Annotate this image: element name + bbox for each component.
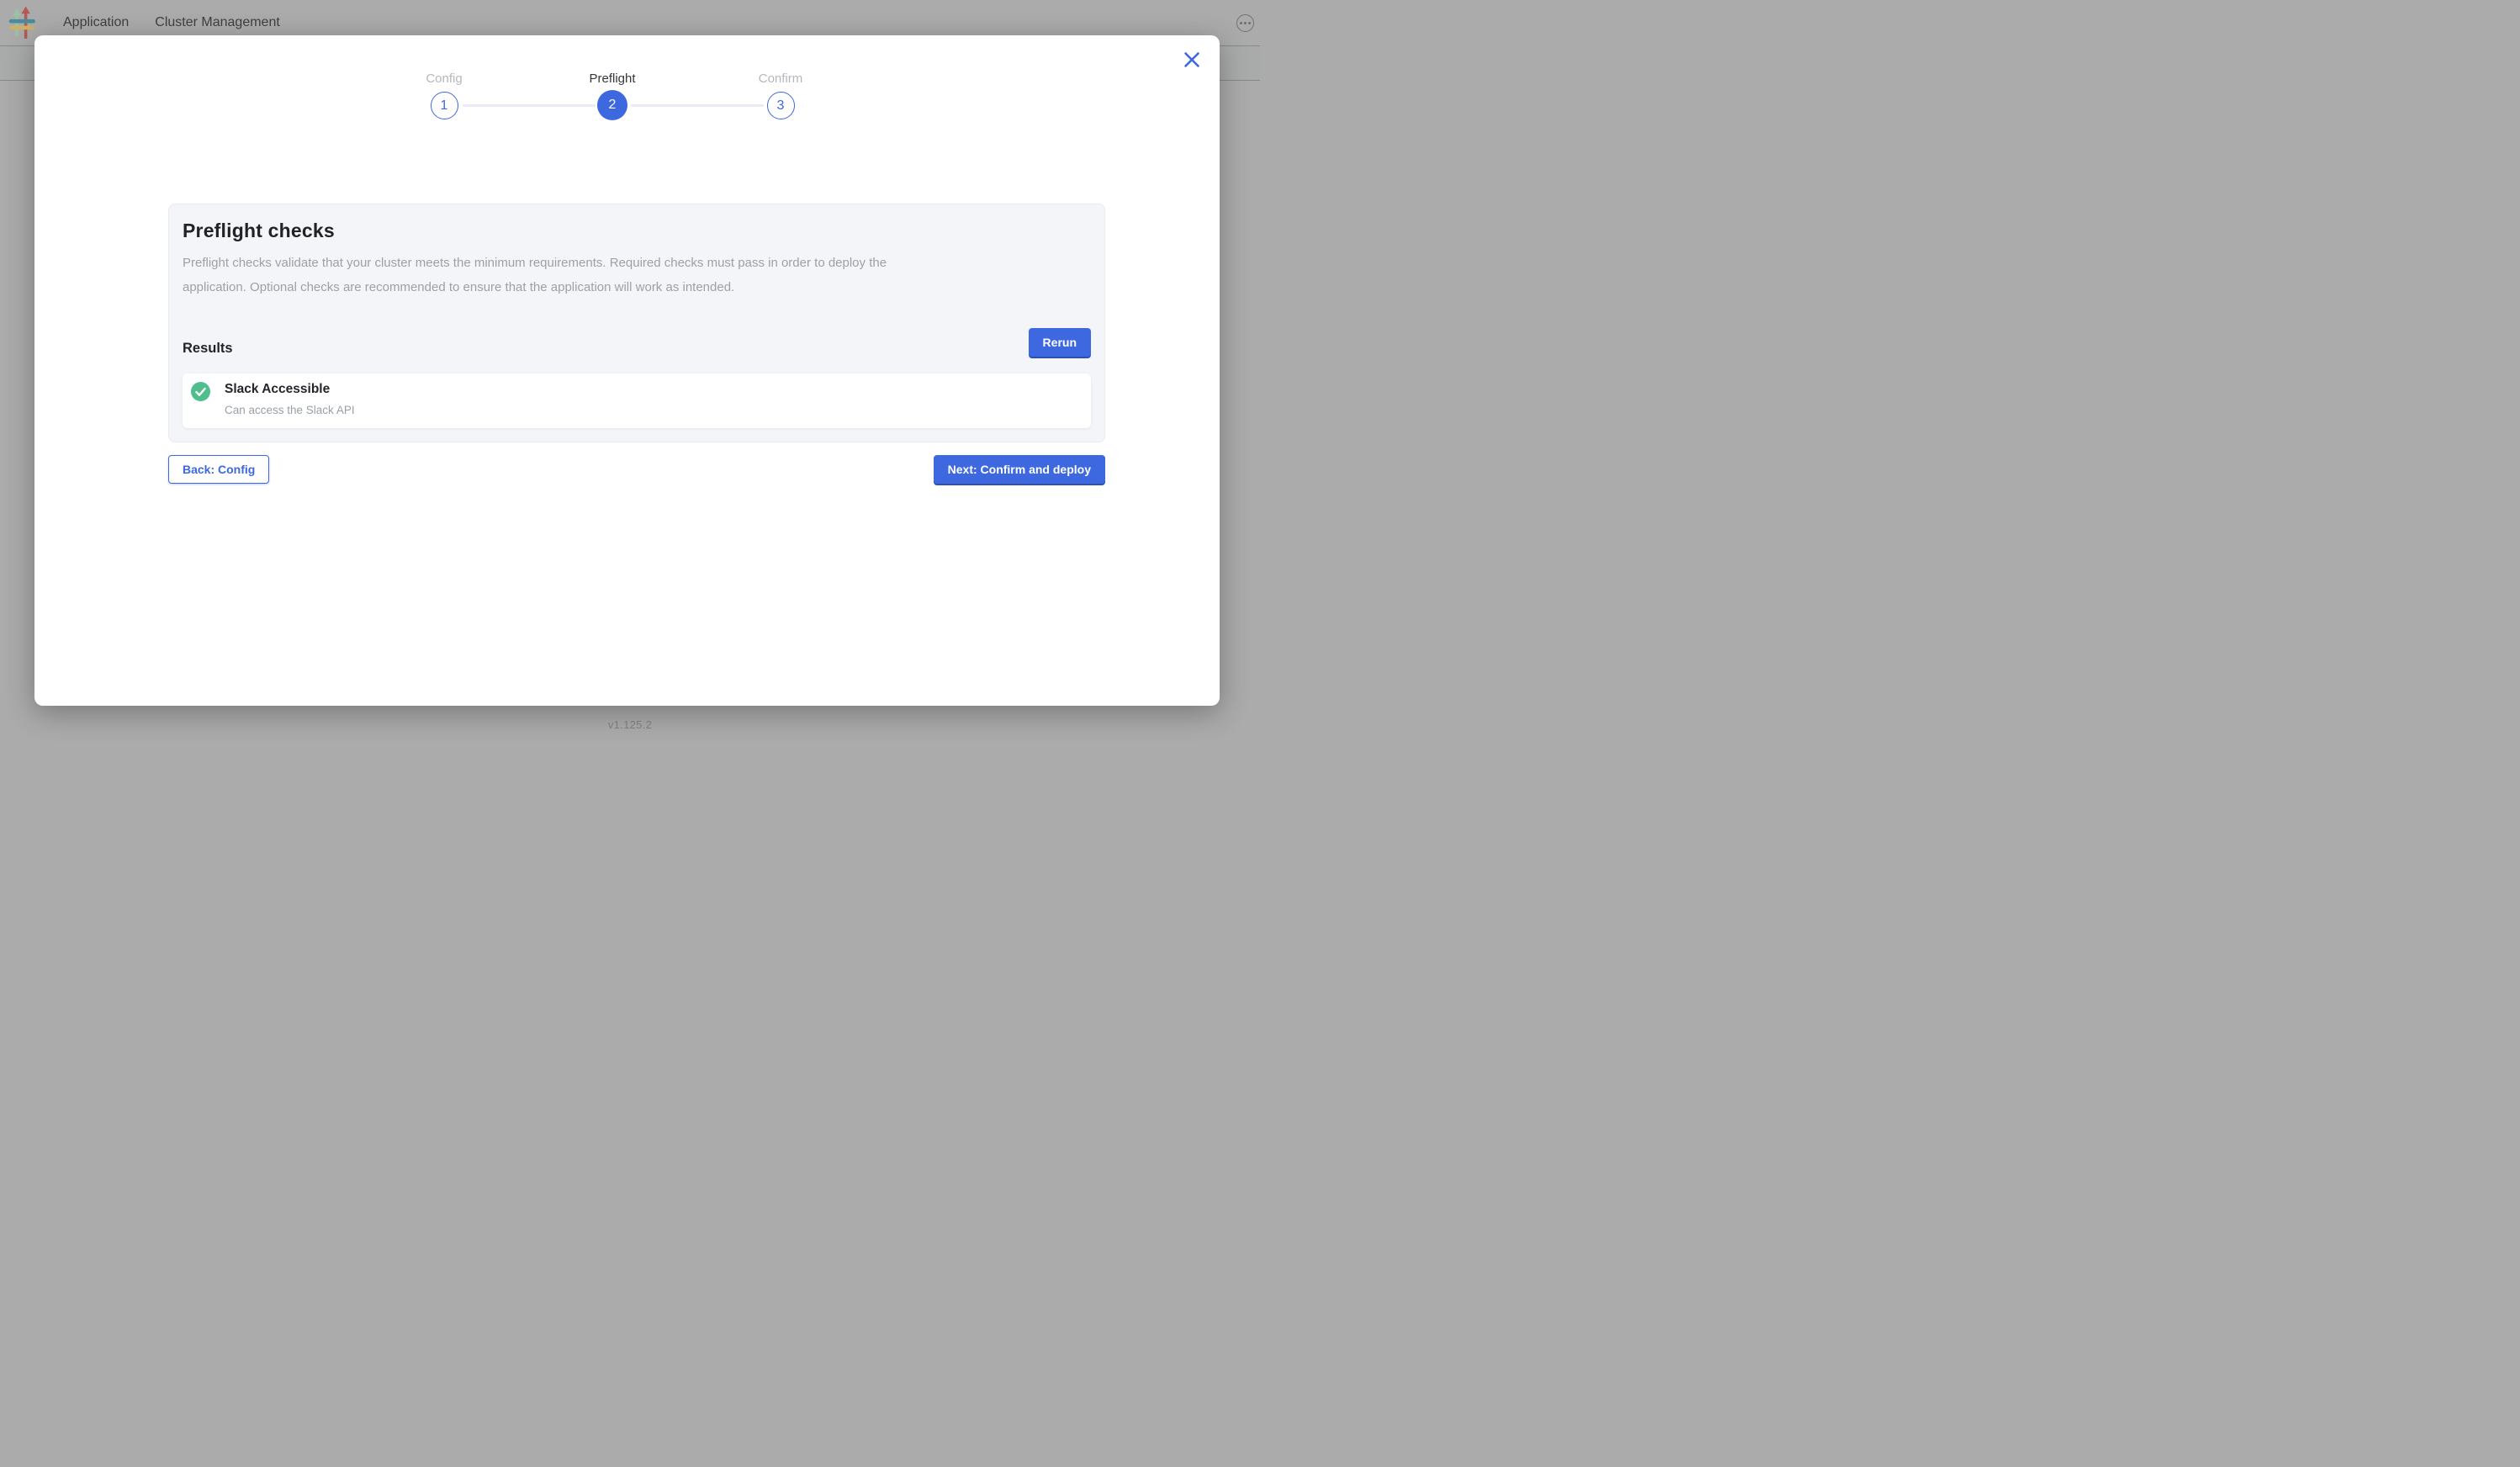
wizard-stepper: Config Preflight Confirm 1 2 3 [427, 71, 797, 156]
step-connector [631, 104, 764, 107]
deploy-wizard-modal: Config Preflight Confirm 1 2 3 Preflight… [34, 35, 1220, 706]
back-button[interactable]: Back: Config [168, 455, 269, 484]
preflight-panel: Preflight checks Preflight checks valida… [168, 204, 1105, 442]
step-indicator-config: 1 [431, 92, 458, 119]
step-label-preflight: Preflight [589, 71, 635, 86]
description-line: application. Optional checks are recomme… [183, 275, 1091, 299]
step-connector [463, 104, 596, 107]
check-text: Slack Accessible Can access the Slack AP… [225, 380, 355, 417]
rerun-button[interactable]: Rerun [1029, 328, 1091, 357]
step-label-config: Config [426, 71, 462, 86]
close-icon [1183, 50, 1201, 69]
step-indicator-preflight: 2 [597, 90, 627, 120]
preflight-result-item: Slack Accessible Can access the Slack AP… [183, 373, 1091, 428]
check-title: Slack Accessible [225, 380, 355, 399]
step-indicator-confirm: 3 [767, 92, 795, 119]
close-button[interactable] [1181, 49, 1203, 71]
description-line: Preflight checks validate that your clus… [183, 251, 1091, 275]
check-detail: Can access the Slack API [225, 403, 355, 417]
panel-description: Preflight checks validate that your clus… [183, 251, 1091, 299]
step-label-confirm: Confirm [759, 71, 803, 86]
next-button[interactable]: Next: Confirm and deploy [934, 455, 1105, 484]
results-heading: Results [183, 341, 233, 357]
wizard-actions: Back: Config Next: Confirm and deploy [168, 455, 1105, 484]
results-header-row: Results Rerun [183, 328, 1091, 357]
panel-title: Preflight checks [183, 220, 1091, 242]
check-pass-icon [191, 382, 210, 401]
